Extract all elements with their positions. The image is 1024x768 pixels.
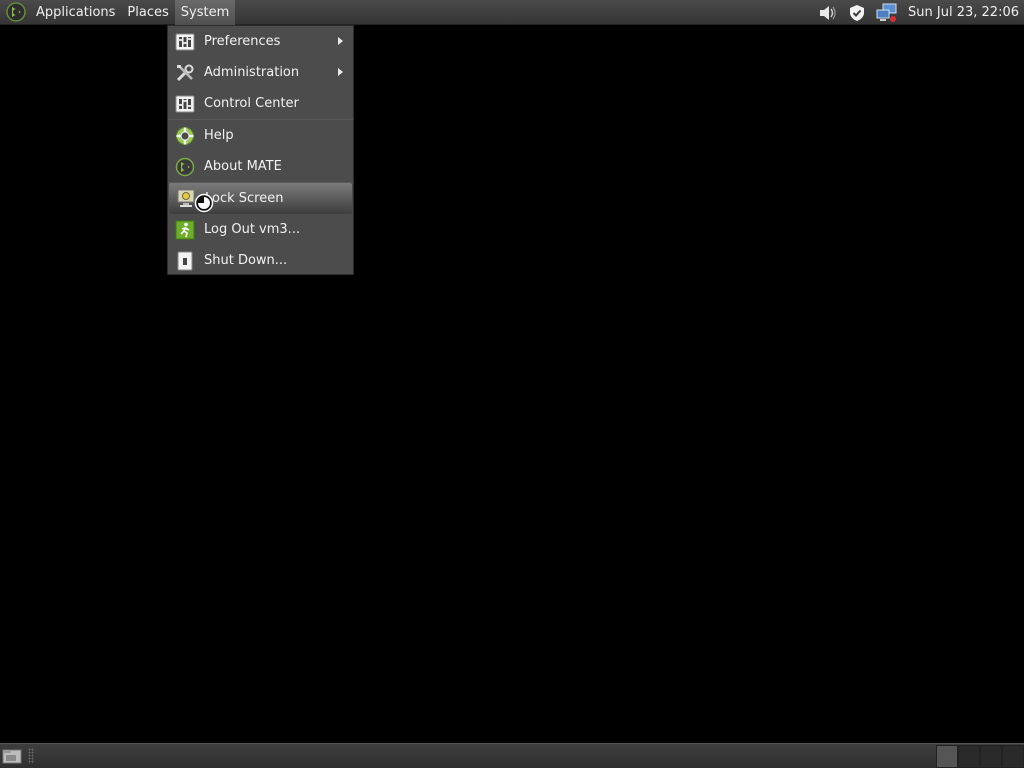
- panel-drag-handle[interactable]: [28, 748, 34, 764]
- lock-screen-icon: [175, 188, 197, 210]
- submenu-arrow-icon: [338, 37, 343, 45]
- applications-menu[interactable]: Applications: [30, 0, 121, 25]
- menu-item-label: Log Out vm3...: [204, 222, 301, 237]
- menu-bar: Applications Places System: [0, 0, 236, 25]
- network-icon[interactable]: [876, 2, 898, 24]
- submenu-arrow-icon: [338, 68, 343, 76]
- preferences-icon: [174, 31, 196, 53]
- shut-down-icon: [174, 250, 196, 272]
- places-menu[interactable]: Places: [121, 0, 174, 25]
- mate-logo-icon: [174, 156, 196, 178]
- menu-item-control-center[interactable]: Control Center: [168, 88, 353, 119]
- clock[interactable]: Sun Jul 23, 22:06: [908, 5, 1019, 20]
- menu-item-label: Shut Down...: [204, 253, 288, 268]
- mate-logo-icon[interactable]: [6, 2, 26, 22]
- menu-item-lock-screen[interactable]: Lock Screen: [169, 183, 352, 214]
- workspace-1[interactable]: [936, 745, 958, 768]
- log-out-icon: [174, 219, 196, 241]
- menu-item-label: About MATE: [204, 159, 282, 174]
- menu-item-log-out[interactable]: Log Out vm3...: [168, 214, 353, 245]
- menu-item-shut-down[interactable]: Shut Down...: [168, 245, 353, 276]
- menu-item-label: Control Center: [204, 96, 299, 111]
- control-center-icon: [174, 93, 196, 115]
- workspace-4[interactable]: [1002, 745, 1024, 768]
- volume-icon[interactable]: [816, 2, 838, 24]
- administration-icon: [174, 62, 196, 84]
- shield-update-icon[interactable]: [846, 2, 868, 24]
- system-dropdown-menu: Preferences Administration Control Cente…: [167, 25, 354, 275]
- menu-item-label: Administration: [204, 65, 300, 80]
- menu-item-label: Lock Screen: [205, 191, 284, 206]
- menu-item-label: Help: [204, 128, 234, 143]
- menu-item-help[interactable]: Help: [168, 120, 353, 151]
- bottom-panel: [0, 743, 1024, 768]
- workspace-2[interactable]: [958, 745, 980, 768]
- menu-item-preferences[interactable]: Preferences: [168, 26, 353, 57]
- system-menu[interactable]: System: [174, 0, 236, 25]
- workspace-3[interactable]: [980, 745, 1002, 768]
- menu-item-about-mate[interactable]: About MATE: [168, 151, 353, 182]
- top-panel: Applications Places System Sun Jul 23, 2…: [0, 0, 1024, 25]
- help-lifebuoy-icon: [174, 125, 196, 147]
- system-tray: Sun Jul 23, 22:06: [816, 0, 1024, 25]
- menu-item-label: Preferences: [204, 34, 281, 49]
- menu-item-administration[interactable]: Administration: [168, 57, 353, 88]
- show-desktop-icon[interactable]: [2, 747, 22, 765]
